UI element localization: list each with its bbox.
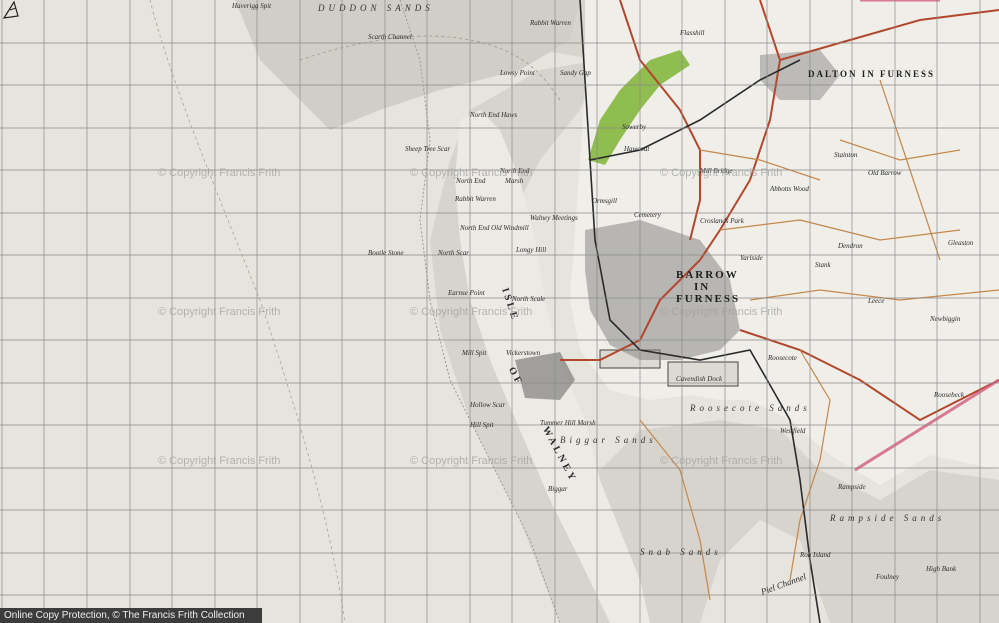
watermark: © Copyright Francis Frith [660,455,783,467]
label-walney-meetings: Walney Meetings [530,214,578,222]
watermark: © Copyright Francis Frith [158,455,281,467]
label-sowerby: Sowerby [622,123,647,131]
copyright-footer: Online Copy Protection, © The Francis Fr… [0,608,262,623]
label-barrow: BARROW [676,269,739,281]
label-hawcoat: Hawcoat [624,145,650,153]
label-cavendish-dock: Cavendish Dock [676,375,723,383]
label-haverigg-spit: Haverigg Spit [232,2,272,10]
label-sheep-tree-scar: Sheep Tree Scar [405,145,451,153]
label-longy-hill: Longy Hill [516,246,547,254]
label-north-scar: North Scar [438,249,469,257]
watermark: © Copyright Francis Frith [158,306,281,318]
label-high-bank: High Bank [926,565,957,573]
label-biggar: Biggar [548,485,568,493]
label-roosebeck: Roosebeck [934,391,964,399]
map-canvas[interactable]: Haverigg Spit DUDDON SANDS Scarth Channe… [0,0,999,623]
label-rampside: Rampside [838,483,866,491]
watermark: © Copyright Francis Frith [410,306,533,318]
label-hollow-scar: Hollow Scar [470,401,506,409]
label-roa-island: Roa Island [800,551,831,559]
label-foulney: Foulney [876,573,899,581]
label-old-barrow: Old Barrow [868,169,902,177]
label-mill-spit: Mill Spit [462,349,487,357]
label-north-scale: North Scale [512,295,546,303]
label-roosecote: Roosecote [768,354,797,362]
label-duddon-sands: DUDDON SANDS [318,3,434,13]
watermark: © Copyright Francis Frith [660,306,783,318]
label-rabbit-warren: Rabbit Warren [455,195,496,203]
label-westfield: Westfield [780,427,806,435]
label-north-end-old-windmill: North End Old Windmill [460,224,529,232]
label-bootle-stone: Bootle Stone [368,249,404,257]
north-arrow-icon [2,0,19,19]
label-north-end: North End [456,177,486,185]
label-abbotts-wood: Abbotts Wood [770,185,809,193]
label-rabbit-warren-top: Rabbit Warren [530,19,571,27]
watermark: © Copyright Francis Frith [158,167,281,179]
label-earnse-point: Earnse Point [448,289,485,297]
label-ormsgill: Ormsgill [592,197,617,205]
label-lowsy-point: Lowsy Point [500,69,535,77]
label-in: IN [694,281,711,293]
label-vickerstown: Vickerstown [506,349,541,357]
watermark: © Copyright Francis Frith [410,455,533,467]
label-north-end-haws: North End Haws [470,111,518,119]
label-newbiggin: Newbiggin [930,315,961,323]
label-roosecote-sands: Roosecote Sands [690,403,811,413]
label-rampside-sands: Rampside Sands [830,513,946,523]
watermark: © Copyright Francis Frith [660,167,783,179]
watermark: © Copyright Francis Frith [410,167,533,179]
label-flasshill: Flasshill [680,29,705,37]
label-dendron: Dendron [838,242,863,250]
label-sandy-gap: Sandy Gap [560,69,591,77]
label-stainton: Stainton [834,151,858,159]
label-hill-spit: Hill Spit [470,421,494,429]
label-dalton-in-furness: DALTON IN FURNESS [808,69,936,79]
label-cemetery: Cemetery [634,211,661,219]
label-stank: Stank [815,261,831,269]
label-scarth-channel: Scarth Channel [368,33,412,41]
label-marsh: Marsh [505,177,524,185]
label-furness: FURNESS [676,293,741,305]
label-leece: Leece [868,297,885,305]
label-snab-sands: Snab Sands [640,547,722,557]
label-tummer-hill-marsh: Tummer Hill Marsh [540,419,596,427]
label-gleaston: Gleaston [948,239,974,247]
label-biggar-sands: Biggar Sands [560,435,657,445]
label-yarlside: Yarlside [740,254,763,262]
label-croslands-park: Croslands Park [700,217,744,225]
